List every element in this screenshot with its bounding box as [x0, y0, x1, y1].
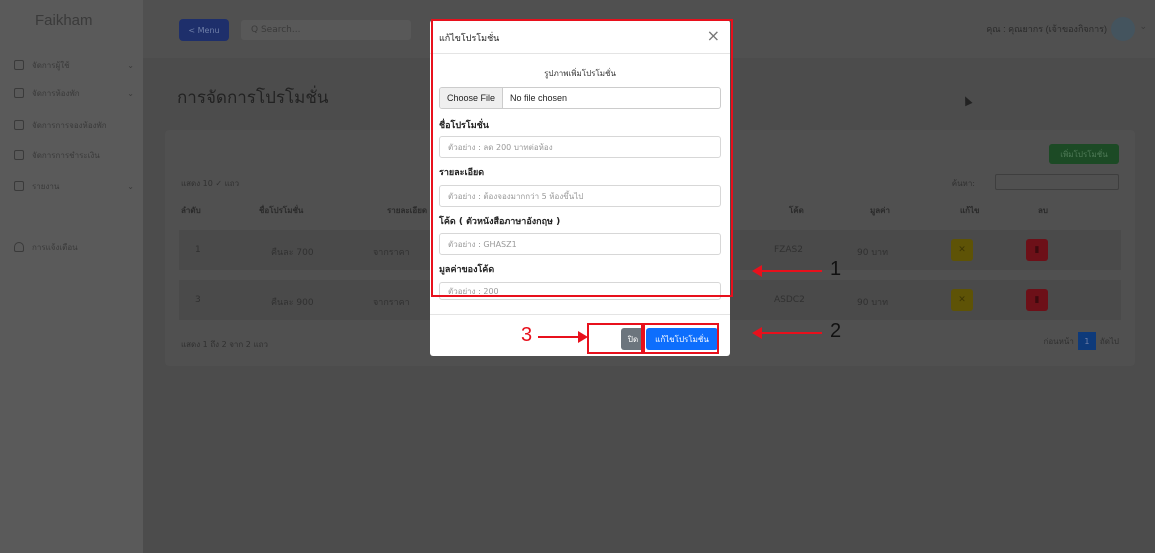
- sidebar-item-bookings[interactable]: จัดการการจองห้องพัก: [14, 116, 134, 134]
- arrow-line: [538, 336, 580, 338]
- column-header[interactable]: ชื่อโปรโมชั่น: [259, 204, 303, 217]
- page-length-select[interactable]: แสดง 10 ✓ แถว: [181, 177, 239, 190]
- row-value: 90 บาท: [857, 248, 889, 258]
- sidebar-item-notifications[interactable]: การแจ้งเตือน: [14, 238, 134, 256]
- chevron-down-icon: ⌄: [127, 60, 134, 70]
- modal-footer-divider: [430, 314, 730, 315]
- column-header[interactable]: ลบ: [1038, 204, 1048, 217]
- annotation-number-3: 3: [521, 324, 533, 346]
- bell-icon: [14, 242, 24, 252]
- trash-icon: ▮: [1034, 245, 1040, 255]
- chevron-down-icon: ⌄: [127, 88, 134, 98]
- sidebar-item-label: จัดการการชำระเงิน: [32, 150, 100, 160]
- chevron-down-icon: ⌄: [127, 181, 134, 191]
- row-detail: จากราคา: [373, 248, 410, 258]
- arrow-line: [760, 270, 822, 272]
- menu-button[interactable]: < Menu: [179, 19, 229, 41]
- sidebar-item-label: จัดการห้องพัก: [32, 88, 80, 98]
- row-value: 90 บาท: [857, 298, 889, 308]
- sidebar-item-users[interactable]: จัดการผู้ใช้ ⌄: [14, 56, 134, 74]
- search-input[interactable]: Q Search...: [241, 20, 411, 40]
- row-index: 3: [195, 295, 201, 305]
- arrow-line: [760, 332, 822, 334]
- pencil-icon: ✕: [958, 245, 966, 255]
- brand-logo: Faikham: [35, 12, 93, 29]
- column-header[interactable]: มูลค่า: [870, 204, 890, 217]
- edit-button[interactable]: ✕: [951, 239, 973, 261]
- sidebar-item-reports[interactable]: รายงาน ⌄: [14, 177, 134, 195]
- column-header[interactable]: ลำดับ: [181, 204, 201, 217]
- trash-icon: ▮: [1034, 295, 1040, 305]
- column-header[interactable]: รายละเอียด: [387, 204, 427, 217]
- page: Faikham จัดการผู้ใช้ ⌄ จัดการห้องพัก ⌄ จ…: [0, 0, 1155, 553]
- users-icon: [14, 60, 24, 70]
- sidebar-item-label: จัดการการจองห้องพัก: [32, 120, 107, 130]
- table-icon: [14, 150, 24, 160]
- highlight-box-form: [431, 19, 733, 297]
- report-icon: [14, 181, 24, 191]
- sidebar: Faikham จัดการผู้ใช้ ⌄ จัดการห้องพัก ⌄ จ…: [0, 0, 143, 553]
- column-header[interactable]: โค้ด: [789, 204, 804, 217]
- rooms-icon: [14, 88, 24, 98]
- row-code: FZAS2: [774, 245, 803, 255]
- sidebar-item-label: จัดการผู้ใช้: [32, 60, 70, 70]
- delete-button[interactable]: ▮: [1026, 289, 1048, 311]
- prev-page-button[interactable]: ก่อนหน้า: [1044, 335, 1074, 348]
- row-code: ASDC2: [774, 295, 805, 305]
- avatar[interactable]: [1111, 17, 1135, 41]
- sidebar-item-rooms[interactable]: จัดการห้องพัก ⌄: [14, 84, 134, 102]
- delete-button[interactable]: ▮: [1026, 239, 1048, 261]
- sidebar-item-label: รายงาน: [32, 181, 60, 191]
- annotation-number-1: 1: [830, 258, 842, 280]
- mouse-cursor-icon: [961, 94, 973, 107]
- page-title: การจัดการโปรโมชั่น: [177, 88, 329, 107]
- annotation-number-2: 2: [830, 320, 842, 342]
- edit-button[interactable]: ✕: [951, 289, 973, 311]
- pagination: ก่อนหน้า 1 ถัดไป: [1044, 332, 1119, 350]
- table-search-input[interactable]: [995, 174, 1119, 190]
- arrow-right-icon: [578, 331, 588, 343]
- user-label: คุณ : คุณยากร (เจ้าของกิจการ): [986, 24, 1107, 34]
- row-detail: จากราคา: [373, 298, 410, 308]
- highlight-box-save: [643, 323, 719, 354]
- page-1-button[interactable]: 1: [1077, 332, 1096, 350]
- sidebar-item-label: การแจ้งเตือน: [32, 242, 78, 252]
- table-info: แสดง 1 ถึง 2 จาก 2 แถว: [181, 340, 268, 349]
- column-header[interactable]: แก้ไข: [960, 204, 980, 217]
- next-page-button[interactable]: ถัดไป: [1100, 335, 1119, 348]
- add-promotion-button[interactable]: เพิ่มโปรโมชั่น: [1049, 144, 1119, 164]
- table-icon: [14, 120, 24, 130]
- highlight-box-close: [587, 323, 643, 354]
- row-name: คืนละ 700: [271, 248, 314, 258]
- row-index: 1: [195, 245, 201, 255]
- row-name: คืนละ 900: [271, 298, 314, 308]
- table-search-label: ค้นหา:: [951, 179, 975, 188]
- sidebar-item-payments[interactable]: จัดการการชำระเงิน: [14, 146, 134, 164]
- chevron-down-icon[interactable]: ⌄: [1139, 22, 1147, 32]
- pencil-icon: ✕: [958, 295, 966, 305]
